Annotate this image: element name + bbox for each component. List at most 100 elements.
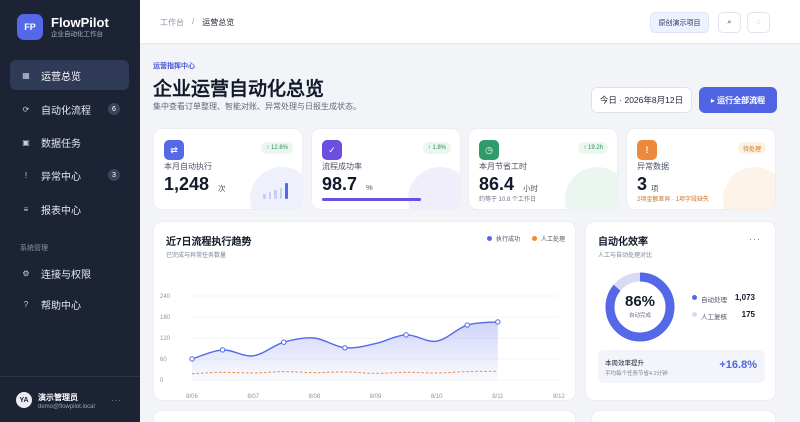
kpi-unit: %: [366, 183, 373, 192]
kpi-change-badge: ↑ 1.8%: [422, 142, 451, 154]
improvement-label: 本周效率提升: [605, 360, 644, 367]
kpi-mini-bar: [263, 194, 266, 199]
donut-label: 自动完成: [628, 313, 651, 319]
series-success-point[interactable]: [189, 356, 195, 362]
x-tick-label: 8/08: [308, 394, 320, 400]
x-tick-label: 8/12: [553, 394, 565, 400]
kpi-value: 98.7: [322, 174, 358, 194]
avatar[interactable]: YA: [16, 392, 32, 408]
sidebar-item-label: 异常中心: [41, 171, 81, 183]
kpi-mini-bar: [274, 190, 277, 199]
efficiency-title: 自动化效率: [598, 237, 648, 248]
kpi-note: 2项金额差异 · 1项字段缺失: [637, 197, 710, 203]
auto-value: 1,073: [734, 293, 755, 302]
sidebar-system-item-1[interactable]: ? 帮助中心: [10, 289, 129, 319]
more-icon[interactable]: ···: [749, 234, 761, 244]
sidebar-item-0[interactable]: ▦ 运营总览: [10, 60, 129, 90]
kpi-change-badge: ↑ 12.6%: [261, 142, 293, 154]
series-success-point[interactable]: [403, 332, 409, 338]
series-success-area: [192, 321, 498, 380]
search-icon[interactable]: ⌕: [718, 12, 741, 33]
user-panel[interactable]: YA 演示管理员 demo@flowpilot.local ···: [0, 376, 140, 422]
improvement-note: 平均每个任务节省4.2分钟: [605, 371, 668, 377]
sidebar-system-item-0[interactable]: ⚙ 连接与权限: [10, 258, 129, 288]
kpi-value: 86.4: [479, 174, 515, 194]
series-success-point[interactable]: [495, 319, 501, 325]
sidebar: FP FlowPilot 企业自动化工作台 ▦ 运营总览 ⟳ 自动化流程 6 ▣ 数据任务!…: [0, 0, 140, 422]
kpi-progress-fill: [322, 198, 421, 201]
y-tick-label: 180: [160, 315, 171, 321]
efficiency-subtitle: 人工与自动处理对比: [598, 253, 653, 259]
x-tick-label: 8/10: [431, 394, 443, 400]
breadcrumb-parent[interactable]: 工作台: [160, 17, 184, 28]
efficiency-card: 自动化效率 人工与自动处理对比 ··· 86% 自动完成 自动处理 1,073 …: [585, 221, 776, 401]
kpi-card-1[interactable]: ✓ ↑ 1.8% 流程成功率 98.7%: [311, 128, 461, 210]
x-tick-label: 8/06: [186, 394, 198, 400]
brand-name: FlowPilot: [51, 14, 109, 30]
sidebar-item-4[interactable]: ≡ 报表中心: [10, 194, 129, 224]
y-tick-label: 0: [160, 378, 164, 384]
kpi-change-badge: 待处理: [737, 142, 766, 154]
user-more-icon[interactable]: ···: [111, 396, 122, 405]
breadcrumb-current: 运营总览: [202, 18, 235, 27]
trend-card: 近7日流程执行趋势 已完成与异常任务数量 执行成功 人工处理 0 60 120 180…: [153, 221, 576, 401]
page-kicker: 运营指挥中心: [153, 63, 195, 70]
bottom-card-right: [591, 410, 776, 422]
kpi-unit: 项: [651, 184, 659, 193]
notification-icon[interactable]: ◌: [747, 12, 770, 33]
kpi-card-3[interactable]: ! 待处理 异常数据 3 项 2项金额差异 · 1项字段缺失: [626, 128, 776, 210]
sidebar-item-label: 运营总览: [41, 71, 81, 83]
brand: FP FlowPilot 企业自动化工作台: [17, 14, 109, 40]
kpi-mini-bar: [268, 192, 271, 199]
improvement-value: +16.8%: [719, 359, 757, 371]
x-tick-label: 8/07: [247, 394, 259, 400]
kpi-mini-bar: [279, 188, 282, 199]
user-email: demo@flowpilot.local: [38, 404, 95, 410]
series-success-point[interactable]: [281, 339, 287, 345]
kpi-change-badge: ↑ 19.2h: [578, 142, 608, 154]
report-icon: ≡: [23, 204, 29, 214]
kpi-decoration: [565, 167, 617, 209]
breadcrumb-separator: /: [192, 17, 195, 26]
project-button[interactable]: 原创演示项目: [650, 12, 709, 33]
kpi-label: 本月节省工时: [479, 162, 527, 171]
y-tick-label: 60: [160, 357, 167, 363]
series-success-point[interactable]: [464, 322, 470, 328]
sidebar-item-3[interactable]: ! 异常中心 3: [10, 160, 129, 190]
improvement-box: 本周效率提升 平均每个任务节省4.2分钟 +16.8%: [598, 350, 765, 383]
database-icon: ▣: [22, 137, 30, 147]
flow-icon: ⟳: [22, 104, 30, 114]
date-chip[interactable]: 今日 · 2026年8月12日: [591, 87, 692, 113]
bottom-card-left: [153, 410, 576, 422]
run-all-button[interactable]: ▸ 运行全部流程: [699, 87, 777, 113]
series-success-point[interactable]: [219, 347, 226, 353]
help-icon: ?: [23, 299, 29, 309]
kpi-unit: 小时: [523, 184, 538, 193]
kpi-card-2[interactable]: ◷ ↑ 19.2h 本月节省工时 86.4 小时约等于 10.8 个工作日: [468, 128, 618, 210]
page-title: 企业运营自动化总览: [153, 79, 325, 100]
x-tick-label: 8/11: [492, 394, 504, 400]
alert-icon: !: [24, 170, 28, 180]
switch-icon: ⇄: [164, 140, 184, 160]
sidebar-item-label: 帮助中心: [41, 300, 81, 312]
sidebar-item-label: 数据任务: [41, 138, 81, 150]
page-subtitle: 集中查看订单整理、智能对账、异常处理与日报生成状态。: [153, 102, 361, 111]
x-tick-label: 8/09: [370, 394, 382, 400]
manual-dot: [692, 312, 697, 317]
kpi-label: 流程成功率: [322, 162, 362, 171]
topbar: 工作台 / 运营总览 原创演示项目 ⌕ ◌: [140, 0, 800, 44]
kpi-mini-bars: [263, 183, 288, 199]
kpi-note: 约等于 10.8 个工作日: [479, 197, 537, 203]
breadcrumb: 工作台 / 运营总览: [160, 17, 234, 28]
kpi-card-0[interactable]: ⇄ ↑ 12.6% 本月自动执行 1,248 次: [153, 128, 303, 210]
sidebar-item-1[interactable]: ⟳ 自动化流程 6: [10, 94, 129, 124]
clock-icon: ◷: [479, 140, 499, 160]
sidebar-item-2[interactable]: ▣ 数据任务: [10, 127, 129, 157]
auto-dot: [692, 295, 697, 300]
y-tick-label: 120: [160, 336, 171, 342]
kpi-unit: 次: [218, 184, 226, 193]
kpi-label: 本月自动执行: [164, 162, 212, 171]
series-success-point[interactable]: [342, 345, 348, 351]
kpi-progress-track: [322, 198, 422, 201]
check-icon: ✓: [322, 140, 342, 160]
